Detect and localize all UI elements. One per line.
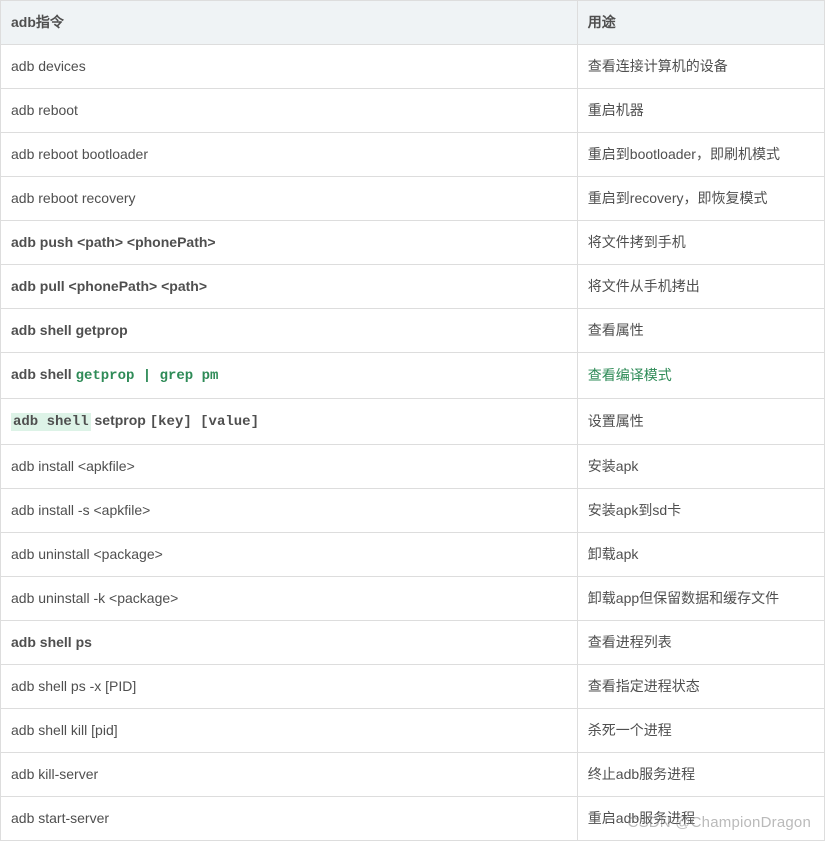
table-row: adb push <path> <phonePath>将文件拷到手机 [1,221,825,265]
cell-command: adb start-server [1,797,578,841]
cell-usage: 重启机器 [577,89,824,133]
cell-usage: 查看连接计算机的设备 [577,45,824,89]
cell-command: adb shell ps -x [PID] [1,665,578,709]
cell-command: adb devices [1,45,578,89]
cell-command: adb uninstall -k <package> [1,577,578,621]
table-row: adb kill-server终止adb服务进程 [1,753,825,797]
cell-usage: 查看属性 [577,309,824,353]
cell-command: adb install -s <apkfile> [1,489,578,533]
table-row: adb install -s <apkfile>安装apk到sd卡 [1,489,825,533]
cell-command: adb uninstall <package> [1,533,578,577]
cell-command: adb install <apkfile> [1,445,578,489]
table-row: adb reboot recovery重启到recovery，即恢复模式 [1,177,825,221]
table-row: adb shell kill [pid]杀死一个进程 [1,709,825,753]
cell-command: adb reboot [1,89,578,133]
cell-command: adb shell getprop | grep pm [1,353,578,399]
table-row: adb shell ps -x [PID]查看指定进程状态 [1,665,825,709]
table-row: adb install <apkfile>安装apk [1,445,825,489]
cell-command: adb shell getprop [1,309,578,353]
cell-command: adb push <path> <phonePath> [1,221,578,265]
cell-usage: 查看编译模式 [577,353,824,399]
adb-commands-table: adb指令 用途 adb devices查看连接计算机的设备adb reboot… [0,0,825,841]
cell-usage: 设置属性 [577,399,824,445]
cell-command: adb shell setprop [key] [value] [1,399,578,445]
cell-command: adb reboot recovery [1,177,578,221]
cell-usage: 查看进程列表 [577,621,824,665]
cell-usage: 终止adb服务进程 [577,753,824,797]
cell-command: adb pull <phonePath> <path> [1,265,578,309]
table-row: adb devices查看连接计算机的设备 [1,45,825,89]
cell-usage: 将文件从手机拷出 [577,265,824,309]
cell-usage: 卸载app但保留数据和缓存文件 [577,577,824,621]
header-command: adb指令 [1,1,578,45]
table-row: adb shell getprop查看属性 [1,309,825,353]
table-row: adb reboot重启机器 [1,89,825,133]
table-row: adb shell setprop [key] [value]设置属性 [1,399,825,445]
cell-usage: 重启到recovery，即恢复模式 [577,177,824,221]
table-row: adb start-server重启adb服务进程 [1,797,825,841]
cell-usage: 查看指定进程状态 [577,665,824,709]
cell-usage: 卸载apk [577,533,824,577]
table-row: adb reboot bootloader重启到bootloader，即刷机模式 [1,133,825,177]
cell-command: adb kill-server [1,753,578,797]
table-row: adb uninstall <package>卸载apk [1,533,825,577]
cell-usage: 重启adb服务进程 [577,797,824,841]
header-usage: 用途 [577,1,824,45]
cell-usage: 杀死一个进程 [577,709,824,753]
table-row: adb shell getprop | grep pm查看编译模式 [1,353,825,399]
table-row: adb uninstall -k <package>卸载app但保留数据和缓存文… [1,577,825,621]
cell-command: adb shell kill [pid] [1,709,578,753]
table-row: adb shell ps查看进程列表 [1,621,825,665]
cell-usage: 将文件拷到手机 [577,221,824,265]
cell-command: adb shell ps [1,621,578,665]
table-header-row: adb指令 用途 [1,1,825,45]
cell-usage: 安装apk [577,445,824,489]
cell-command: adb reboot bootloader [1,133,578,177]
cell-usage: 重启到bootloader，即刷机模式 [577,133,824,177]
table-row: adb pull <phonePath> <path>将文件从手机拷出 [1,265,825,309]
cell-usage: 安装apk到sd卡 [577,489,824,533]
